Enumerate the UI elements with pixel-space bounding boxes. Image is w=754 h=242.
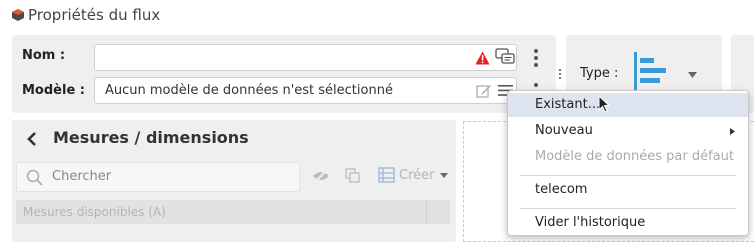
- menu-item-existing[interactable]: Existant...: [508, 93, 748, 117]
- menu-separator: [520, 175, 736, 176]
- model-input[interactable]: Aucun modèle de données n'est sélectionn…: [94, 77, 517, 104]
- bar-chart-type-icon[interactable]: [634, 52, 680, 92]
- app-icon: [12, 9, 24, 21]
- measures-table-header: Mesures disponibles (A): [16, 200, 450, 224]
- warning-icon: [475, 51, 490, 65]
- column-divider: [426, 200, 427, 224]
- submenu-arrow-icon: [730, 128, 735, 135]
- menu-separator: [520, 208, 736, 209]
- menu-item-telecom[interactable]: telecom: [508, 178, 748, 202]
- back-chevron-icon[interactable]: [26, 131, 37, 147]
- model-value: Aucun modèle de données n'est sélectionn…: [105, 83, 393, 98]
- type-label: Type :: [580, 66, 619, 81]
- model-context-menu: Existant... Nouveau Modèle de données pa…: [507, 90, 749, 236]
- title-bar: Propriétés du flux: [0, 0, 754, 32]
- menu-item-default-model: Modèle de données par défaut: [535, 149, 734, 164]
- name-input[interactable]: [94, 44, 517, 71]
- model-label: Modèle :: [22, 83, 85, 98]
- name-label: Nom :: [22, 48, 66, 63]
- window-title: Propriétés du flux: [28, 6, 161, 24]
- search-icon: [26, 169, 43, 186]
- menu-item-new[interactable]: Nouveau: [508, 119, 748, 143]
- name-more-icon[interactable]: [534, 49, 538, 70]
- mouse-cursor-icon: [598, 95, 610, 113]
- create-label[interactable]: Créer: [399, 168, 434, 183]
- create-dropdown-icon[interactable]: [440, 173, 448, 178]
- create-measure-icon[interactable]: [378, 167, 395, 183]
- available-measures-header: Mesures disponibles (A): [23, 205, 166, 219]
- hide-icon[interactable]: [312, 168, 330, 184]
- duplicate-icon[interactable]: [345, 168, 360, 183]
- edit-icon[interactable]: [476, 83, 492, 99]
- search-placeholder: Chercher: [52, 169, 112, 184]
- search-input[interactable]: Chercher: [16, 162, 300, 192]
- measures-title: Mesures / dimensions: [53, 128, 249, 147]
- menu-item-clear-history[interactable]: Vider l'historique: [508, 211, 748, 235]
- type-dropdown-icon[interactable]: [688, 72, 697, 78]
- translate-icon[interactable]: [495, 48, 515, 66]
- panel-drag-handle[interactable]: [559, 69, 562, 79]
